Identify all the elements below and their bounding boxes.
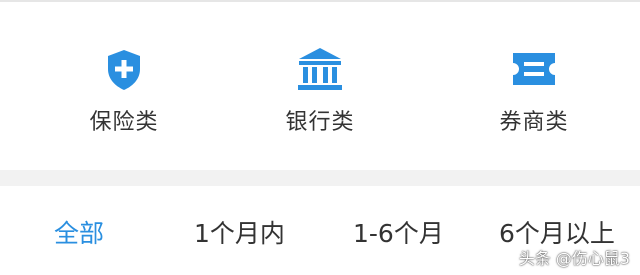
filter-tab-all[interactable]: 全部	[54, 214, 104, 250]
filter-tab-1-6-months[interactable]: 1-6个月	[353, 214, 444, 250]
category-row: 保险类 银行类 券商类	[0, 2, 640, 170]
category-brokerage[interactable]: 券商类	[464, 44, 604, 144]
category-insurance[interactable]: 保险类	[54, 44, 194, 144]
category-label: 银行类	[285, 110, 355, 135]
bank-icon	[298, 48, 342, 90]
section-separator	[0, 170, 640, 186]
filter-tab-within-1-month[interactable]: 1个月内	[194, 214, 285, 250]
shield-plus-icon	[108, 50, 140, 90]
watermark: 头条 @伤心鼠3	[518, 249, 630, 268]
category-label: 券商类	[499, 110, 569, 135]
category-bank[interactable]: 银行类	[250, 44, 390, 144]
category-label: 保险类	[89, 110, 159, 135]
ticket-icon	[513, 53, 555, 85]
